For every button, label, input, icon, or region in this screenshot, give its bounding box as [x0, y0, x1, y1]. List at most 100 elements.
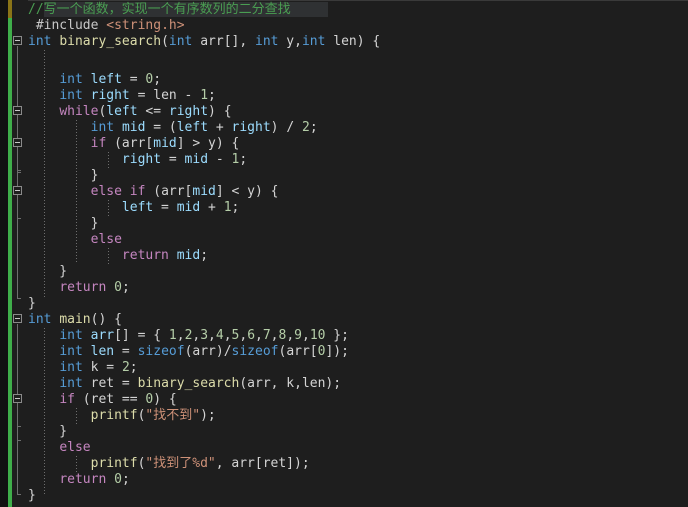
code-token: ; — [129, 360, 138, 375]
code-token: int — [168, 34, 193, 49]
code-line[interactable]: if (arr[mid] > y) { — [28, 136, 240, 152]
code-line[interactable]: int main() { — [28, 312, 122, 328]
fold-range-tick — [17, 218, 21, 219]
code-token: printf — [90, 456, 138, 471]
code-text-area[interactable]: //写一个函数，实现一个有序数列的二分查找 #include <string.h… — [28, 0, 688, 507]
code-line[interactable]: return mid; — [28, 248, 208, 264]
fold-toggle-expanded[interactable] — [13, 106, 22, 115]
code-token: ; — [200, 248, 209, 263]
fold-range-line — [17, 404, 18, 426]
code-token: int — [28, 34, 52, 49]
code-line[interactable]: //写一个函数，实现一个有序数列的二分查找 — [28, 2, 291, 18]
code-token: #include — [35, 18, 99, 33]
code-token: [], — [223, 34, 255, 49]
code-token: len — [90, 344, 115, 359]
code-line[interactable]: int binary_search(int arr[], int y,int l… — [28, 34, 380, 50]
code-line[interactable] — [28, 50, 36, 66]
fold-column[interactable] — [12, 0, 28, 507]
code-line[interactable]: while(left <= right) { — [28, 104, 232, 120]
code-token: } — [28, 216, 99, 231]
code-line[interactable]: left = mid + 1; — [28, 200, 239, 216]
code-token: ) { — [208, 104, 232, 119]
code-line[interactable]: if (ret == 0) { — [28, 392, 176, 408]
code-line[interactable]: int ret = binary_search(arr, k,len); — [28, 376, 341, 392]
code-token: <string.h> — [106, 18, 185, 33]
code-token: ) { — [356, 34, 381, 49]
code-line[interactable]: return 0; — [28, 472, 129, 488]
code-line[interactable]: } — [28, 424, 67, 440]
fold-toggle-expanded[interactable] — [13, 314, 22, 323]
code-line[interactable]: int right = len - 1; — [28, 88, 216, 104]
code-token: ( — [161, 34, 169, 49]
fold-toggle-expanded[interactable] — [13, 186, 22, 195]
code-line[interactable]: int k = 2; — [28, 360, 138, 376]
code-token: ] < y) { — [215, 184, 279, 199]
code-token: (arr[ — [106, 136, 154, 151]
code-token: = — [153, 200, 177, 215]
code-token: ] > y) { — [176, 136, 240, 151]
code-token: mid — [192, 184, 216, 199]
code-token: , — [239, 328, 248, 343]
code-token: sizeof — [231, 344, 279, 359]
code-line[interactable]: printf("找到了%d", arr[ret]); — [28, 456, 310, 472]
code-token: len — [325, 34, 357, 49]
code-token: while — [59, 104, 99, 119]
fold-range-tick — [17, 494, 21, 495]
code-line[interactable]: int mid = (left + right) / 2; — [28, 120, 318, 136]
code-line[interactable]: printf("找不到"); — [28, 408, 216, 424]
code-token: if — [59, 392, 75, 407]
code-line[interactable]: int left = 0; — [28, 72, 161, 88]
code-line[interactable]: } — [28, 168, 99, 184]
code-token: mid — [176, 200, 201, 215]
code-token: + — [208, 120, 232, 135]
code-token: int — [59, 328, 83, 343]
fold-toggle-expanded[interactable] — [13, 394, 22, 403]
code-token: = — [114, 344, 138, 359]
code-token: int — [301, 34, 326, 49]
code-line[interactable]: else if (arr[mid] < y) { — [28, 184, 279, 200]
fold-range-tick — [17, 170, 21, 171]
code-token: "找不到" — [145, 408, 201, 423]
code-line[interactable]: else — [28, 440, 90, 456]
code-token: } — [28, 168, 99, 183]
fold-toggle-expanded[interactable] — [13, 138, 22, 147]
code-line[interactable]: } — [28, 296, 36, 312]
code-token: } — [28, 264, 68, 279]
code-line[interactable]: #include <string.h> — [28, 18, 185, 34]
code-editor[interactable]: //写一个函数，实现一个有序数列的二分查找 #include <string.h… — [0, 0, 688, 507]
code-token: left — [90, 72, 122, 87]
code-token: = — [121, 72, 146, 87]
code-token: () { — [90, 312, 122, 327]
code-line[interactable]: } — [28, 264, 67, 280]
code-token: int — [90, 120, 115, 135]
fold-range-line — [17, 148, 18, 170]
code-line[interactable]: else — [28, 232, 122, 248]
code-line[interactable]: int len = sizeof(arr)/sizeof(arr[0]); — [28, 344, 349, 360]
code-line[interactable]: } — [28, 488, 36, 504]
gutter-margin — [0, 0, 8, 507]
code-line[interactable]: return 0; — [28, 280, 129, 296]
code-token: 9 — [294, 328, 302, 343]
code-line[interactable]: } — [28, 216, 99, 232]
code-token: ; — [239, 152, 248, 167]
code-line[interactable]: int arr[] = { 1,2,3,4,5,6,7,8,9,10 }; — [28, 328, 349, 344]
code-token: ; — [208, 88, 216, 103]
code-token: (arr[ — [278, 344, 318, 359]
fold-range-tick — [17, 298, 21, 299]
code-token: 0 — [114, 280, 122, 295]
fold-toggle-expanded[interactable] — [13, 36, 22, 45]
code-line[interactable]: right = mid - 1; — [28, 152, 247, 168]
code-token: int — [28, 312, 52, 327]
